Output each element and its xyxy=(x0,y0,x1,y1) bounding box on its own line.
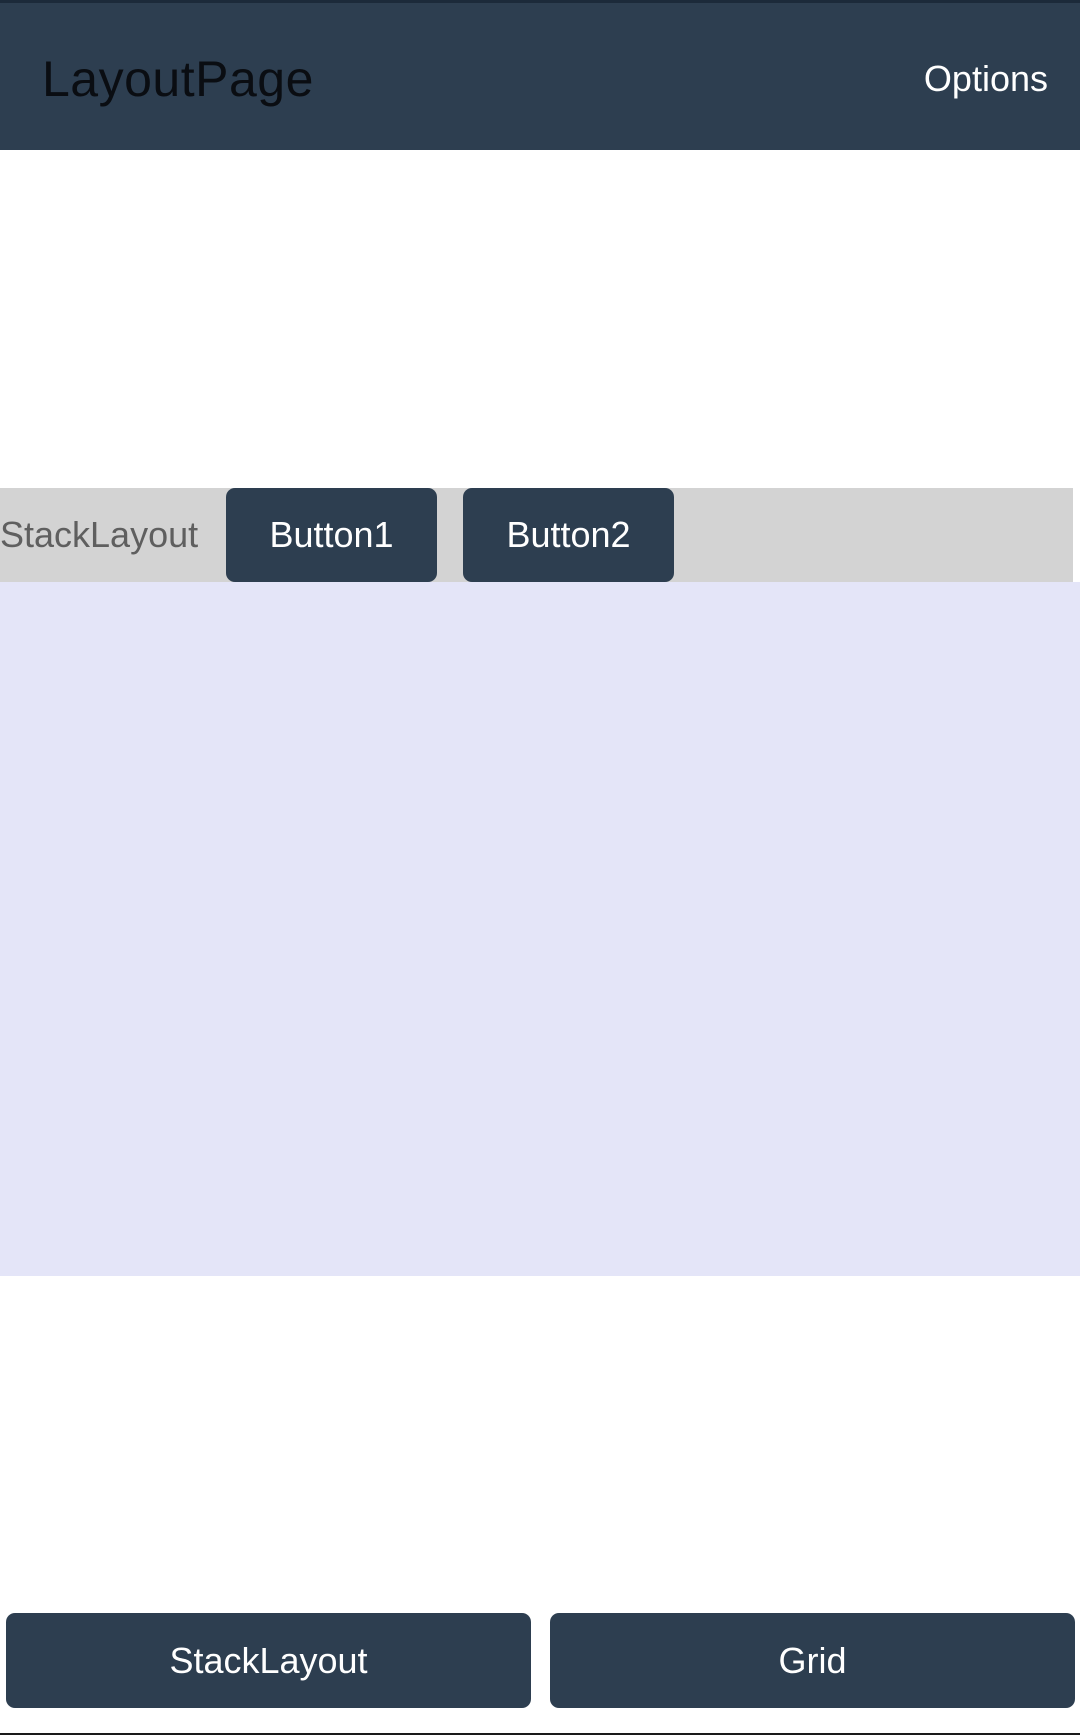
button2[interactable]: Button2 xyxy=(463,488,674,582)
page-title: LayoutPage xyxy=(42,51,314,107)
button1[interactable]: Button1 xyxy=(226,488,437,582)
stacklayout-label: StackLayout xyxy=(0,514,199,555)
stacklayout-button[interactable]: StackLayout xyxy=(6,1613,531,1708)
bottom-button-bar: StackLayout Grid xyxy=(0,1613,1080,1708)
app-screen: LayoutPage Options StackLayout Button1 B… xyxy=(0,0,1080,1735)
app-bar: LayoutPage Options xyxy=(0,3,1080,150)
stacklayout-row: StackLayout Button1 Button2 xyxy=(0,488,1073,582)
content-area xyxy=(0,582,1080,1276)
grid-button[interactable]: Grid xyxy=(550,1613,1075,1708)
options-menu-button[interactable]: Options xyxy=(924,57,1048,101)
